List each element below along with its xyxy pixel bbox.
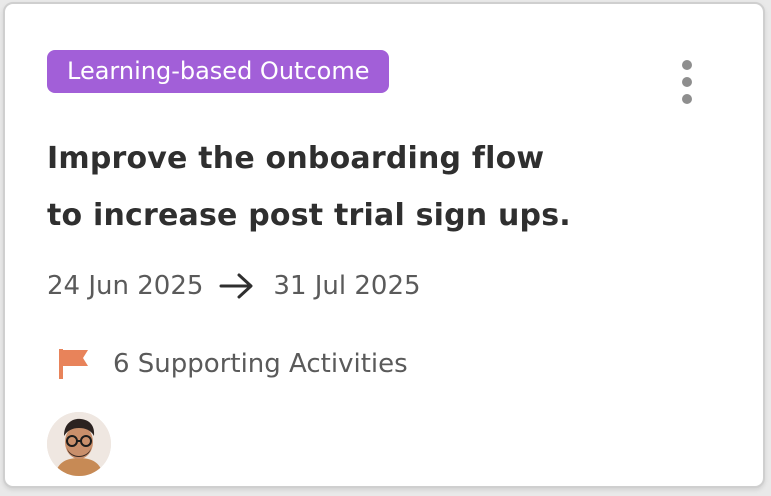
outcome-type-badge: Learning-based Outcome [47, 50, 390, 93]
supporting-activities[interactable]: 6 Supporting Activities [57, 342, 408, 386]
date-range: 24 Jun 2025 31 Jul 2025 [47, 266, 421, 306]
owner-avatar[interactable] [47, 412, 111, 476]
more-dot [682, 77, 692, 87]
more-options-icon[interactable] [675, 60, 699, 104]
start-date: 24 Jun 2025 [47, 271, 204, 301]
title-line-2: to increase post trial sign ups. [47, 198, 571, 233]
flag-icon [59, 349, 88, 379]
more-dot [682, 94, 692, 104]
avatar-image [47, 412, 111, 476]
title-line-1: Improve the onboarding flow [47, 141, 545, 176]
supporting-activities-label: 6 Supporting Activities [113, 349, 408, 379]
outcome-card[interactable]: Learning-based Outcome Improve the onboa… [3, 2, 765, 488]
arrow-right-icon [219, 273, 253, 299]
outcome-title: Improve the onboarding flow to increase … [47, 130, 667, 244]
end-date: 31 Jul 2025 [273, 271, 421, 301]
more-dot [682, 60, 692, 70]
